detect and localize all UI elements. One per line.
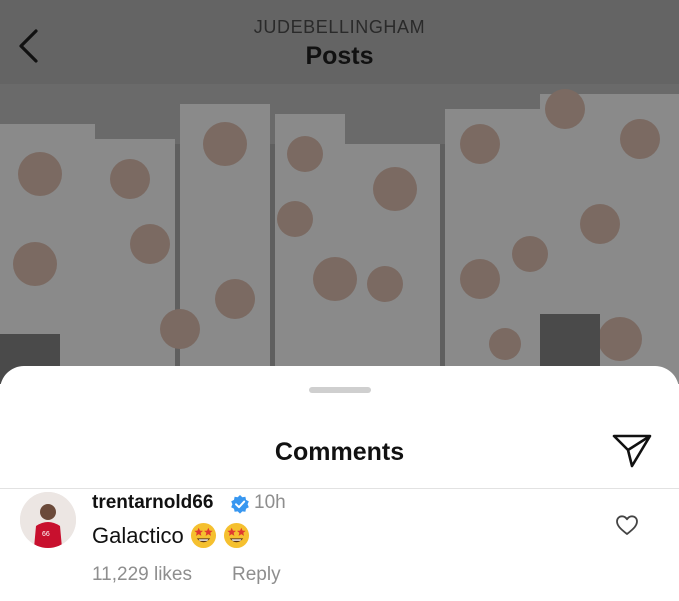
comment-item: 66 trentarnold66 10h Galactico 11,229 li… — [0, 490, 679, 600]
avatar[interactable]: 66 — [20, 492, 76, 548]
comment-body: Galactico — [92, 522, 250, 549]
reply-button[interactable]: Reply — [232, 564, 281, 586]
star-struck-emoji-icon — [190, 522, 216, 549]
share-button[interactable] — [610, 430, 654, 470]
verified-badge-icon — [231, 495, 249, 514]
divider — [0, 488, 679, 489]
comment-timestamp: 10h — [254, 492, 286, 513]
comment-text: Galactico — [92, 522, 184, 548]
comments-title: Comments — [274, 438, 405, 466]
svg-text:66: 66 — [42, 531, 50, 538]
comment-username[interactable]: trentarnold66 — [92, 492, 213, 514]
page-title: Posts — [305, 42, 374, 70]
heart-outline-icon — [616, 515, 638, 535]
comment-likes-count[interactable]: 11,229 likes — [92, 564, 192, 586]
top-bar: JUDEBELLINGHAM Posts — [0, 0, 679, 84]
star-struck-emoji-icon — [223, 522, 249, 549]
like-comment-button[interactable] — [614, 512, 640, 538]
comments-sheet: Comments 66 trentarnold66 10h Galactico — [0, 366, 679, 601]
profile-username: JUDEBELLINGHAM — [253, 17, 426, 37]
drag-handle[interactable] — [309, 387, 371, 393]
crowd-photo — [0, 84, 679, 384]
paper-plane-icon — [612, 434, 652, 468]
post-image[interactable] — [0, 84, 679, 384]
